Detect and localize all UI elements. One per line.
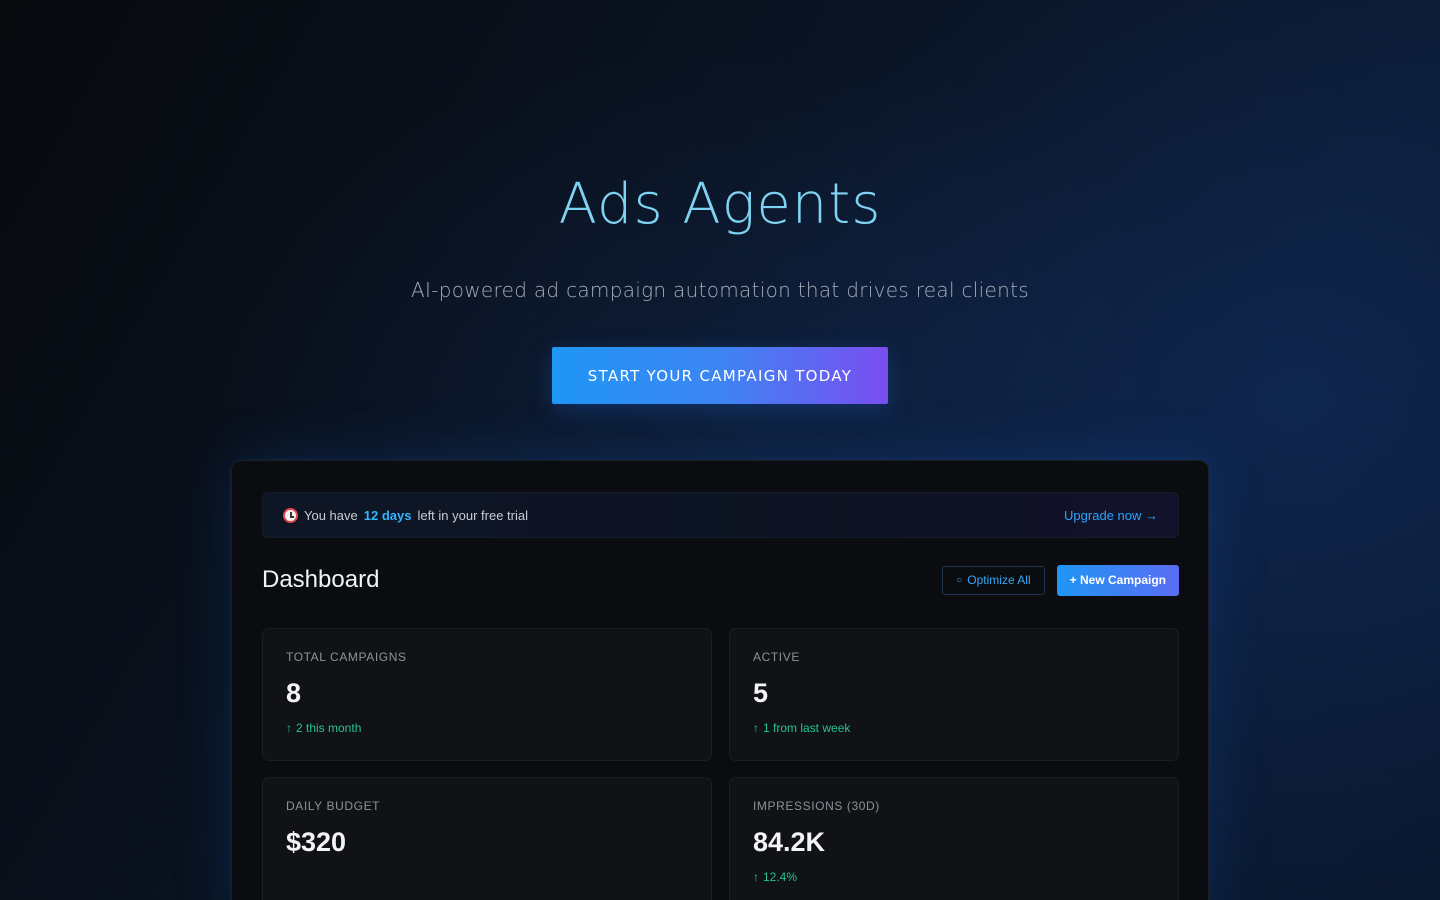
alarm-clock-icon — [283, 507, 298, 523]
dashboard-header: Dashboard ○ Optimize All + New Campaign — [262, 564, 1179, 596]
dashboard-panel: You have 12 days left in your free trial… — [231, 460, 1209, 900]
stat-label: ACTIVE — [753, 650, 800, 664]
hero-subtitle: AI-powered ad campaign automation that d… — [411, 278, 1029, 302]
trial-message: You have 12 days left in your free trial — [283, 507, 528, 523]
stat-card-impressions: IMPRESSIONS (30D) 84.2K ↑ 12.4% — [729, 777, 1179, 900]
stat-card-daily-budget: DAILY BUDGET $320 — [262, 777, 712, 900]
stat-value: $320 — [286, 827, 347, 857]
trial-suffix: left in your free trial — [417, 507, 528, 523]
arrow-up-icon: ↑ — [753, 721, 759, 735]
stat-label: IMPRESSIONS (30D) — [753, 799, 880, 813]
stats-grid: TOTAL CAMPAIGNS 8 ↑ 2 this month ACTIVE … — [262, 628, 1179, 900]
arrow-up-icon: ↑ — [286, 721, 292, 735]
optimize-all-label: Optimize All — [967, 573, 1031, 587]
stat-value: 5 — [753, 678, 769, 708]
new-campaign-button[interactable]: + New Campaign — [1056, 564, 1179, 596]
upgrade-now-link[interactable]: Upgrade now → — [1064, 508, 1158, 523]
circle-icon: ○ — [956, 574, 963, 586]
optimize-all-button[interactable]: ○ Optimize All — [942, 565, 1045, 595]
stat-delta-text: 12.4% — [763, 870, 798, 884]
trial-banner: You have 12 days left in your free trial… — [262, 492, 1179, 538]
stat-card-active: ACTIVE 5 ↑ 1 from last week — [729, 628, 1179, 761]
stat-delta: ↑ 1 from last week — [753, 721, 1155, 735]
stat-label: DAILY BUDGET — [286, 799, 381, 813]
hero-title: Ads Agents — [558, 172, 882, 237]
stat-delta: ↑ 12.4% — [753, 870, 1155, 884]
stat-delta-text: 1 from last week — [763, 721, 851, 735]
stat-delta: ↑ 2 this month — [286, 721, 688, 735]
dashboard-actions: ○ Optimize All + New Campaign — [942, 564, 1179, 596]
trial-prefix: You have — [304, 507, 358, 523]
start-campaign-button[interactable]: START YOUR CAMPAIGN TODAY — [552, 347, 888, 404]
stat-label: TOTAL CAMPAIGNS — [286, 650, 407, 664]
trial-days-remaining: 12 days — [363, 507, 412, 523]
stat-delta-text: 2 this month — [296, 721, 362, 735]
stat-card-total-campaigns: TOTAL CAMPAIGNS 8 ↑ 2 this month — [262, 628, 712, 761]
arrow-up-icon: ↑ — [753, 870, 759, 884]
stat-value: 84.2K — [753, 827, 826, 857]
hero-section: Ads Agents AI-powered ad campaign automa… — [0, 0, 1440, 440]
dashboard-title: Dashboard — [262, 566, 380, 593]
stat-value: 8 — [286, 678, 302, 708]
